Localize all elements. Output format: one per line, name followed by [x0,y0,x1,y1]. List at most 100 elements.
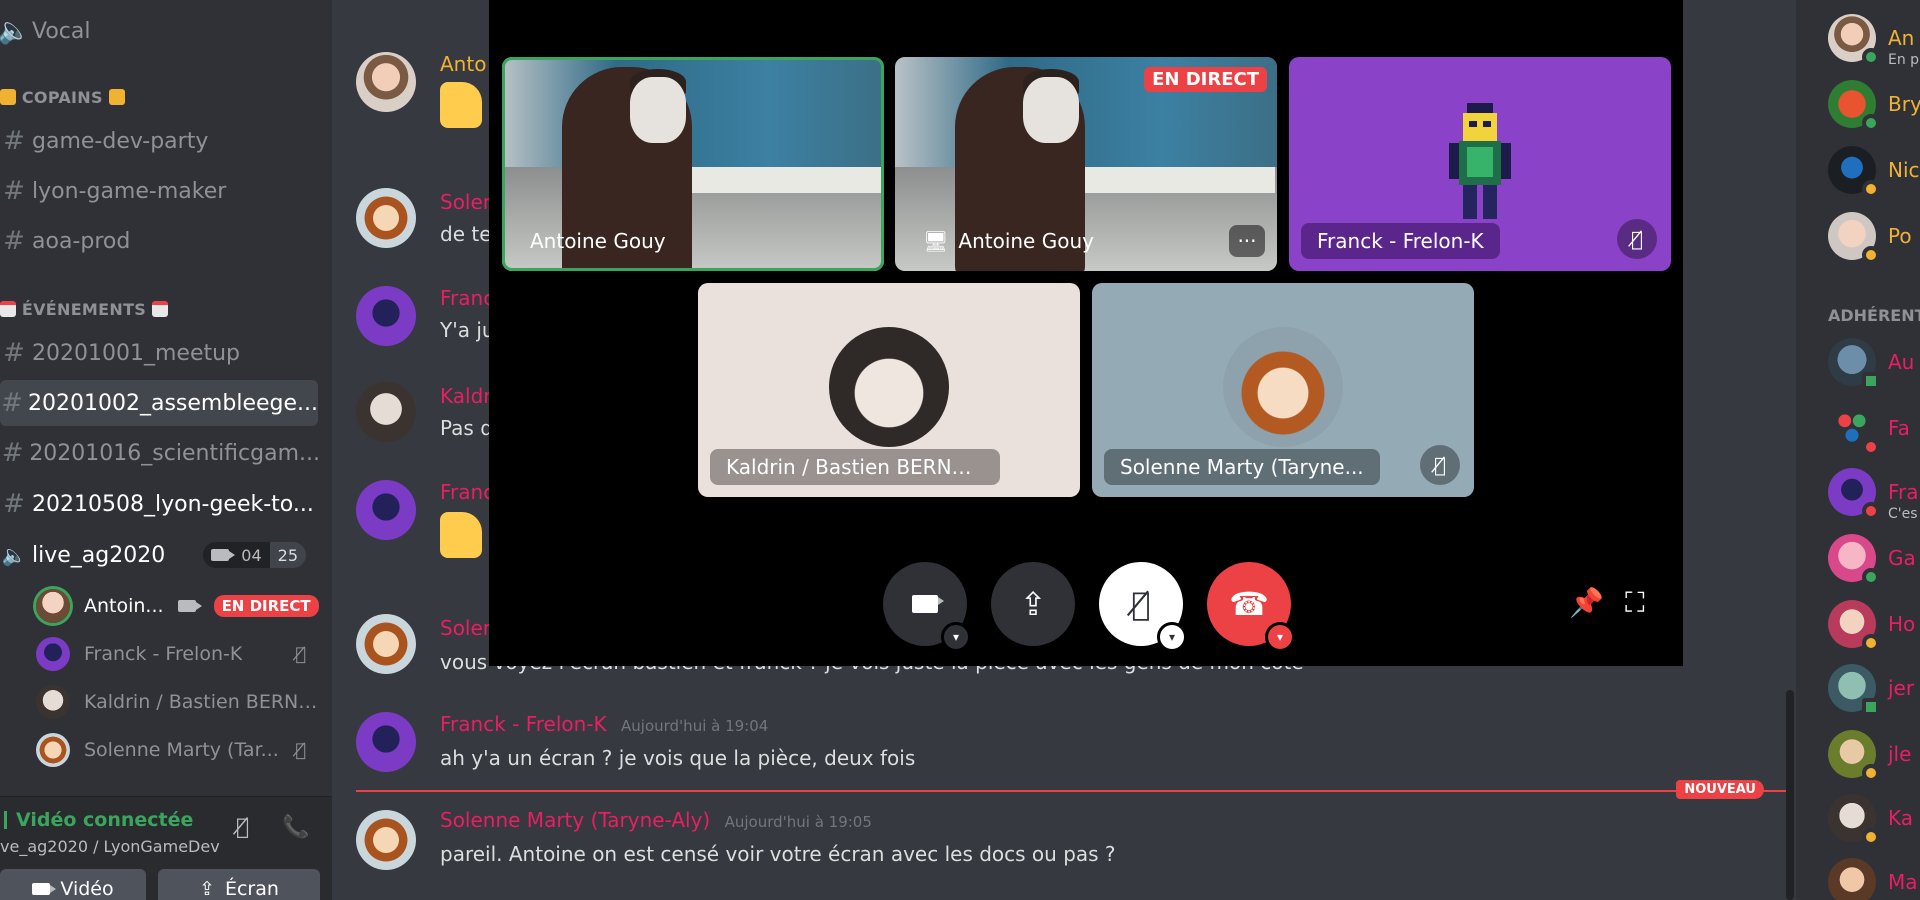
member-item[interactable]: jle [1828,728,1920,782]
channel-vocal[interactable]: 🔈 Vocal [0,8,320,54]
status-dnd-icon [1862,502,1880,520]
hash-icon: # [3,338,25,368]
live-badge: EN DIRECT [1144,67,1267,92]
video-button-label: Vidéo [60,878,114,900]
member-item[interactable]: Fra C'es [1828,466,1920,522]
category-evenements[interactable]: ÉVÉNEMENTS [0,300,168,319]
disconnect-icon[interactable]: 📞 [282,815,309,840]
member-item[interactable]: jer [1828,662,1920,716]
message-text: pareil. Antoine on est censé voir votre … [440,842,1116,866]
member-item[interactable]: Fa [1828,402,1920,456]
member-item[interactable]: Ma [1828,856,1920,900]
hash-icon: # [1,438,24,468]
message-author[interactable]: Anto [440,52,486,76]
voice-user-count: 04 25 [203,542,306,568]
mute-toggle-button[interactable]: 🎙̸ ▾ [1099,562,1187,652]
avatar[interactable] [356,286,416,346]
member-item[interactable]: Bry [1828,78,1920,132]
channel-game-dev-party[interactable]: # game-dev-party [0,118,320,164]
member-name: Ga [1888,546,1916,570]
avatar [1828,730,1880,782]
video-button[interactable]: Vidéo [0,869,146,900]
category-label: COPAINS [21,88,103,107]
category-copains[interactable]: COPAINS [0,88,125,107]
fullscreen-icon[interactable]: ⛶ [1625,586,1645,620]
disconnect-button[interactable]: ☎ ▾ [1207,562,1295,652]
voice-user-kaldrin[interactable]: Kaldrin / Bastien BERNA... [36,682,320,722]
connection-status[interactable]: Vidéo connectée [16,809,193,831]
video-tile-antoine-camera[interactable]: Antoine Gouy [502,57,884,271]
avatar [829,327,949,447]
voice-user-antoine[interactable]: Antoin... EN DIRECT [36,586,320,626]
video-tile-kaldrin[interactable]: Kaldrin / Bastien BERNAND [698,283,1080,497]
hand-emoji-icon [0,89,16,105]
avatar[interactable] [356,712,416,772]
avatar[interactable] [356,480,416,540]
voice-user-name: Franck - Frelon-K [84,643,243,665]
status-idle-icon [1862,180,1880,198]
author-name[interactable]: Franck - Frelon-K [440,712,607,736]
more-options-icon[interactable]: ··· [1229,225,1265,257]
video-tile-antoine-screen[interactable]: EN DIRECT 🖥 Antoine Gouy ··· [895,57,1277,271]
chevron-down-icon[interactable]: ▾ [941,622,971,652]
message-author[interactable]: Franck - Frelon-K Aujourd'hui à 19:04 [440,712,768,736]
channel-name: 20201002_assembleege... [28,390,318,416]
screen-share-button[interactable]: ⇪ Écran [158,869,320,900]
message-author[interactable]: Franc [440,286,494,310]
member-name: Ka [1888,806,1914,830]
channel-aoa-prod[interactable]: # aoa-prod [0,218,320,264]
channel-20210508-lyon-geek[interactable]: # 20210508_lyon-geek-to... [0,481,320,527]
avatar[interactable] [356,188,416,248]
status-idle-icon [1862,246,1880,264]
avatar[interactable] [356,52,416,112]
new-messages-divider [356,790,1786,792]
member-item[interactable]: An En p [1828,12,1920,68]
message-author[interactable]: Solen [440,616,495,640]
tile-label: 🖥 Antoine Gouy [907,223,1110,259]
pin-icon[interactable]: 📌 [1569,586,1604,619]
mic-muted-icon: 🎙̸ [1420,445,1460,485]
tile-label: Antoine Gouy [514,223,682,259]
status-idle-icon [1862,634,1880,652]
avatar[interactable] [356,382,416,442]
chat-scrollbar[interactable] [1786,690,1794,900]
avatar [36,733,70,767]
member-item[interactable]: Au [1828,336,1920,390]
voice-channel-live-ag2020[interactable]: 🔈 live_ag2020 04 25 [0,532,320,578]
mic-muted-icon: 🎙̸ [1617,219,1657,259]
member-item[interactable]: Ho [1828,598,1920,652]
channel-name: 20201016_scientificgam... [29,440,320,466]
member-item[interactable]: Ga [1828,532,1920,586]
member-name: Fra [1888,480,1919,504]
channel-20201001-meetup[interactable]: # 20201001_meetup [0,330,320,376]
voice-user-franck[interactable]: Franck - Frelon-K 🎙̸ [36,634,320,674]
hash-icon: # [3,489,25,519]
noise-suppression-icon[interactable]: 〰̸ [236,815,249,840]
avatar[interactable] [356,810,416,870]
camera-toggle-button[interactable]: ▾ [883,562,971,652]
chevron-down-icon[interactable]: ▾ [1265,622,1295,652]
channel-20201002-assemblee[interactable]: # 20201002_assembleege... [0,380,318,426]
channel-20201016-scientific[interactable]: # 20201016_scientificgam... [0,430,320,476]
video-tile-franck[interactable]: Franck - Frelon-K 🎙̸ [1289,57,1671,271]
avatar[interactable] [356,614,416,674]
member-item[interactable]: Nic [1828,144,1920,198]
video-tile-solenne[interactable]: Solenne Marty (Taryne... 🎙̸ [1092,283,1474,497]
avatar [1828,14,1880,66]
channel-name: Vocal [32,18,91,44]
message-author[interactable]: Kaldr [440,384,492,408]
status-mobile-icon [1862,698,1880,716]
camera-icon [32,883,57,895]
voice-user-solenne[interactable]: Solenne Marty (Tar... 🎙̸ [36,730,320,770]
message-author[interactable]: Solenne Marty (Taryne-Aly) Aujourd'hui à… [440,808,872,832]
avatar [1828,794,1880,846]
avatar [36,685,70,719]
member-item[interactable]: Ka [1828,792,1920,846]
member-item[interactable]: Po [1828,210,1920,264]
chevron-down-icon[interactable]: ▾ [1157,622,1187,652]
author-name[interactable]: Solenne Marty (Taryne-Aly) [440,808,710,832]
message-author[interactable]: Franc [440,480,494,504]
screen-share-toggle-button[interactable]: ⇪ [991,562,1075,646]
message-author[interactable]: Solen [440,190,495,214]
channel-lyon-game-maker[interactable]: # lyon-game-maker [0,168,320,214]
